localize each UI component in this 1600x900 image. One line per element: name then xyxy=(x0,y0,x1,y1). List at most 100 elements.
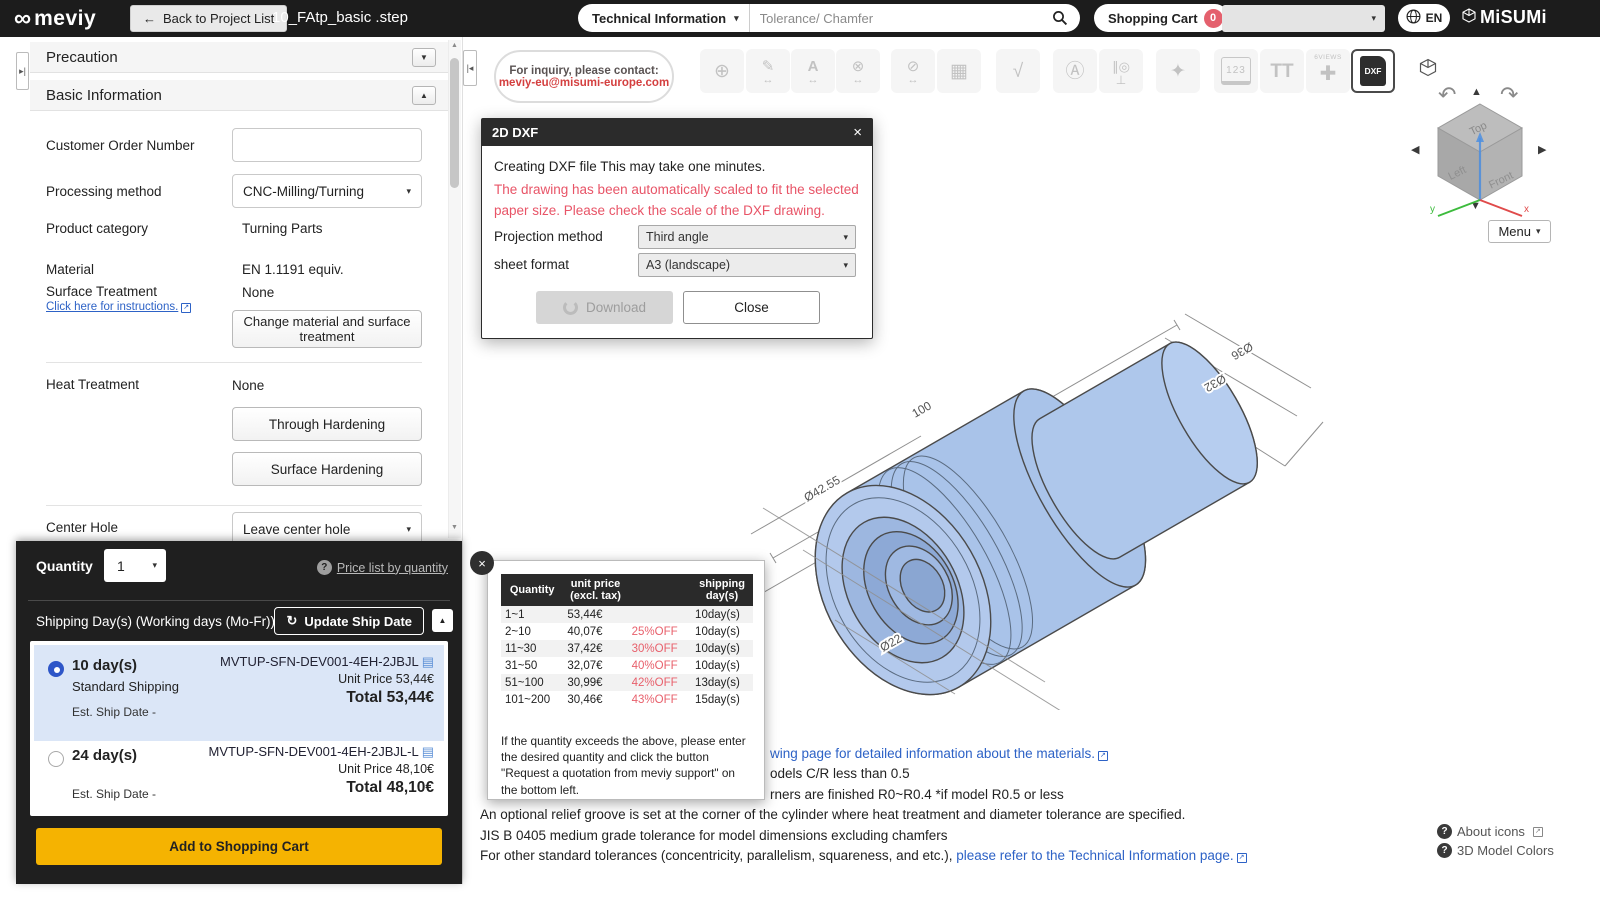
misumi-logo[interactable]: MiSUMi xyxy=(1462,7,1547,28)
dxf-download-button[interactable]: DXF xyxy=(1351,49,1395,93)
copy-document-icon[interactable]: ▤ xyxy=(422,654,434,669)
through-hardening-button[interactable]: Through Hardening xyxy=(232,407,422,441)
center-hole-value: Leave center hole xyxy=(243,521,351,537)
six-views-button[interactable]: 6VIEWS ✚ xyxy=(1306,49,1350,93)
external-link-icon: ↗ xyxy=(1236,853,1247,863)
shopping-cart-label: Shopping Cart xyxy=(1108,10,1198,26)
basic-information-title: Basic Information xyxy=(46,86,162,104)
part-number: MVTUP-SFN-DEV001-4EH-2JBJL-L xyxy=(208,744,419,759)
cube-up-arrow[interactable]: ▲ xyxy=(1471,86,1482,98)
dxf-status-text: Creating DXF file This may take one minu… xyxy=(494,159,766,174)
projection-method-label: Projection method xyxy=(494,229,603,244)
chevron-down-icon: ▾ xyxy=(734,12,739,23)
surface-roughness-button[interactable]: √ xyxy=(996,49,1040,93)
technical-information-dropdown[interactable]: Technical Information ▾ xyxy=(578,4,750,32)
header-empty-dropdown[interactable]: ▾ xyxy=(1222,5,1385,32)
update-ship-date-button[interactable]: ↻ Update Ship Date xyxy=(274,607,424,635)
external-link-icon: ↗ xyxy=(1097,751,1108,761)
basic-information-collapse-button[interactable]: ▲ xyxy=(412,85,436,105)
hole-table-button[interactable]: ▦ xyxy=(937,49,981,93)
text-dimension-button[interactable]: A ↔ xyxy=(791,49,835,93)
chamfer-button[interactable]: ✦ xyxy=(1156,49,1200,93)
shipping-options-card: 10 day(s) Standard Shipping Est. Ship Da… xyxy=(30,641,448,816)
edit-dimension-button[interactable]: ✎ ↔ xyxy=(746,49,790,93)
note-other-tolerances: For other standard tolerances (concentri… xyxy=(480,848,1247,863)
refresh-icon: ↻ xyxy=(286,613,298,628)
quantity-select[interactable]: 1 ▾ xyxy=(104,549,166,582)
heat-treatment-label: Heat Treatment xyxy=(46,377,140,392)
radio-selected-icon[interactable] xyxy=(48,661,64,677)
add-to-shopping-cart-button[interactable]: Add to Shopping Cart xyxy=(36,828,442,865)
radio-unselected-icon[interactable] xyxy=(48,751,64,767)
text-size-icon: TT xyxy=(1270,60,1294,82)
shipping-option-24-days[interactable]: 24 day(s) Est. Ship Date - MVTUP-SFN-DEV… xyxy=(34,741,444,812)
viewer-menu-button[interactable]: Menu ▾ xyxy=(1488,220,1551,243)
price-list-popup: Quantity unit price (excl. tax) shipping d… xyxy=(487,560,765,800)
scroll-up-arrow[interactable]: ▲ xyxy=(448,42,461,49)
customer-order-number-input[interactable] xyxy=(232,128,422,162)
shopping-cart-button[interactable]: Shopping Cart 0 xyxy=(1094,4,1229,32)
price-popup-note: If the quantity exceeds the above, pleas… xyxy=(501,734,746,797)
shipping-option-10-days[interactable]: 10 day(s) Standard Shipping Est. Ship Da… xyxy=(34,645,444,741)
precaution-title: Precaution xyxy=(46,48,118,66)
surface-hardening-button[interactable]: Surface Hardening xyxy=(232,452,422,486)
text-size-button[interactable]: TT xyxy=(1260,49,1304,93)
section-basic-information[interactable]: Basic Information ▲ xyxy=(30,80,448,111)
measure-button[interactable]: 123 xyxy=(1214,49,1258,93)
materials-link-fragment[interactable]: wing page for detailed information about… xyxy=(770,746,1108,761)
note-relief-groove: An optional relief groove is set at the … xyxy=(480,807,1186,822)
isometric-view-icon[interactable] xyxy=(1419,58,1437,82)
3d-model-viewport[interactable]: 100 Ø36 Ø32 Ø42.55 Ø22 xyxy=(745,290,1325,710)
product-category-value: Turning Parts xyxy=(242,221,323,236)
back-to-project-list-button[interactable]: ← Back to Project List xyxy=(130,5,288,32)
projection-method-select[interactable]: Third angle ▾ xyxy=(638,225,856,249)
model-colors-link[interactable]: ? 3D Model Colors xyxy=(1437,843,1554,858)
close-icon[interactable]: × xyxy=(853,124,862,141)
annotation-button[interactable]: Ⓐ xyxy=(1053,49,1097,93)
about-icons-link[interactable]: ? About icons ↗ xyxy=(1437,824,1554,839)
sheet-format-value: A3 (landscape) xyxy=(646,258,731,272)
hide-dimension-button[interactable]: ⊘ ↔ xyxy=(891,49,935,93)
contact-line: For inquiry, please contact: xyxy=(509,64,659,77)
center-hole-label: Center Hole xyxy=(46,520,119,535)
instructions-link[interactable]: Click here for instructions. ↗ xyxy=(46,301,192,313)
meviy-logo[interactable]: ∞ meviy xyxy=(14,0,96,37)
processing-method-select[interactable]: CNC-Milling/Turning ▾ xyxy=(232,174,422,208)
option-price-block: MVTUP-SFN-DEV001-4EH-2JBJL ▤ Unit Price 5… xyxy=(220,653,434,707)
divider xyxy=(46,505,422,506)
svg-text:100: 100 xyxy=(910,398,935,420)
scroll-down-arrow[interactable]: ▼ xyxy=(448,524,461,531)
sidebar-collapse-handle[interactable]: ▸| xyxy=(16,52,29,90)
table-row: 1~1 53,44€ 10day(s) xyxy=(501,606,753,623)
search-icon[interactable] xyxy=(1048,10,1080,26)
geometric-tolerance-button[interactable]: ∥◎ ⊥ xyxy=(1099,49,1143,93)
price-list-by-quantity-link[interactable]: Price list by quantity xyxy=(337,561,448,575)
external-link-icon: ↗ xyxy=(181,303,192,313)
datum-target-button[interactable]: ⊕ xyxy=(700,49,744,93)
note-fragment-corners: rners are finished R0~R0.4 *if model R0.… xyxy=(770,787,1064,802)
perpendicularity-icon: ⊥ xyxy=(1115,73,1127,87)
sidebar-scrollbar-thumb[interactable] xyxy=(450,58,459,188)
delete-dimension-button[interactable]: ⊗ ↔ xyxy=(836,49,880,93)
language-selector[interactable]: EN xyxy=(1398,4,1450,32)
dxf-close-button[interactable]: Close xyxy=(683,291,820,324)
sheet-format-select[interactable]: A3 (landscape) ▾ xyxy=(638,253,856,277)
cube-right-arrow[interactable]: ▶ xyxy=(1538,143,1546,156)
change-material-button[interactable]: Change material and surface treatment xyxy=(232,310,422,348)
shipping-collapse-button[interactable]: ▲ xyxy=(432,609,453,632)
view-cube[interactable]: Top Left Front y x xyxy=(1428,98,1532,224)
table-row: 31~50 32,07€ 40%OFF 10day(s) xyxy=(505,659,740,672)
download-button[interactable]: Download xyxy=(536,291,673,324)
technical-information-link[interactable]: please refer to the Technical Informatio… xyxy=(956,848,1247,863)
svg-text:x: x xyxy=(1524,204,1529,215)
panel-divider xyxy=(462,37,463,884)
cube-left-arrow[interactable]: ◀ xyxy=(1411,143,1419,156)
search-input[interactable] xyxy=(749,10,1048,26)
copy-document-icon[interactable]: ▤ xyxy=(422,744,434,759)
precaution-expand-button[interactable]: ▼ xyxy=(412,47,436,67)
viewer-collapse-handle[interactable]: |◂ xyxy=(463,50,477,86)
price-popup-close-icon[interactable]: × xyxy=(470,551,494,575)
section-precaution[interactable]: Precaution ▼ xyxy=(30,42,448,73)
dimension-arrow-icon: ↔ xyxy=(807,74,819,86)
contact-email[interactable]: meviy-eu@misumi-europe.com xyxy=(499,77,669,89)
